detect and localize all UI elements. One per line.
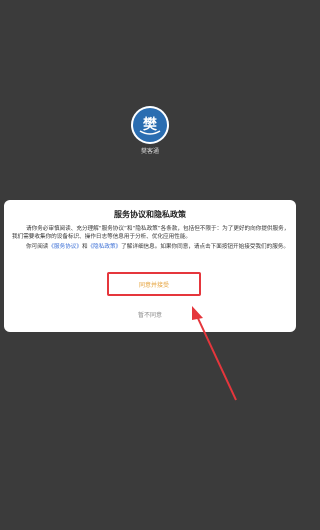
privacy-dialog: 服务协议和隐私政策 请你务必审慎阅读、充分理解“服务协议”和“隐私政策”各条款，… xyxy=(4,200,296,332)
app-name: 樊客通 xyxy=(140,148,159,155)
fan-logo-icon: 樊 xyxy=(139,116,161,135)
dialog-paragraph-2: 你可阅读《服务协议》和《隐私政策》了解详细信息。如果你同意，请点击下面按钮开始接… xyxy=(12,243,290,251)
privacy-policy-link[interactable]: 《隐私政策》 xyxy=(88,244,122,250)
dialog-title: 服务协议和隐私政策 xyxy=(114,210,186,219)
dialog-body: 请你务必审慎阅读、充分理解“服务协议”和“隐私政策”各条款，包括但不限于：为了更… xyxy=(12,225,290,252)
svg-text:樊: 樊 xyxy=(143,116,158,133)
app-icon[interactable]: 樊 xyxy=(131,106,169,144)
p2-before: 你可阅读 xyxy=(26,243,49,250)
agree-button[interactable]: 同意并接受 xyxy=(107,272,201,296)
p2-after: 了解详细信息。如果你同意，请点击下面按钮开始接受我们的服务。 xyxy=(121,243,289,250)
disagree-button[interactable]: 暂不同意 xyxy=(4,310,296,319)
dialog-paragraph-1: 请你务必审慎阅读、充分理解“服务协议”和“隐私政策”各条款，包括但不限于：为了更… xyxy=(12,226,290,241)
service-agreement-link[interactable]: 《服务协议》 xyxy=(48,244,82,250)
agree-button-label: 同意并接受 xyxy=(138,281,169,289)
